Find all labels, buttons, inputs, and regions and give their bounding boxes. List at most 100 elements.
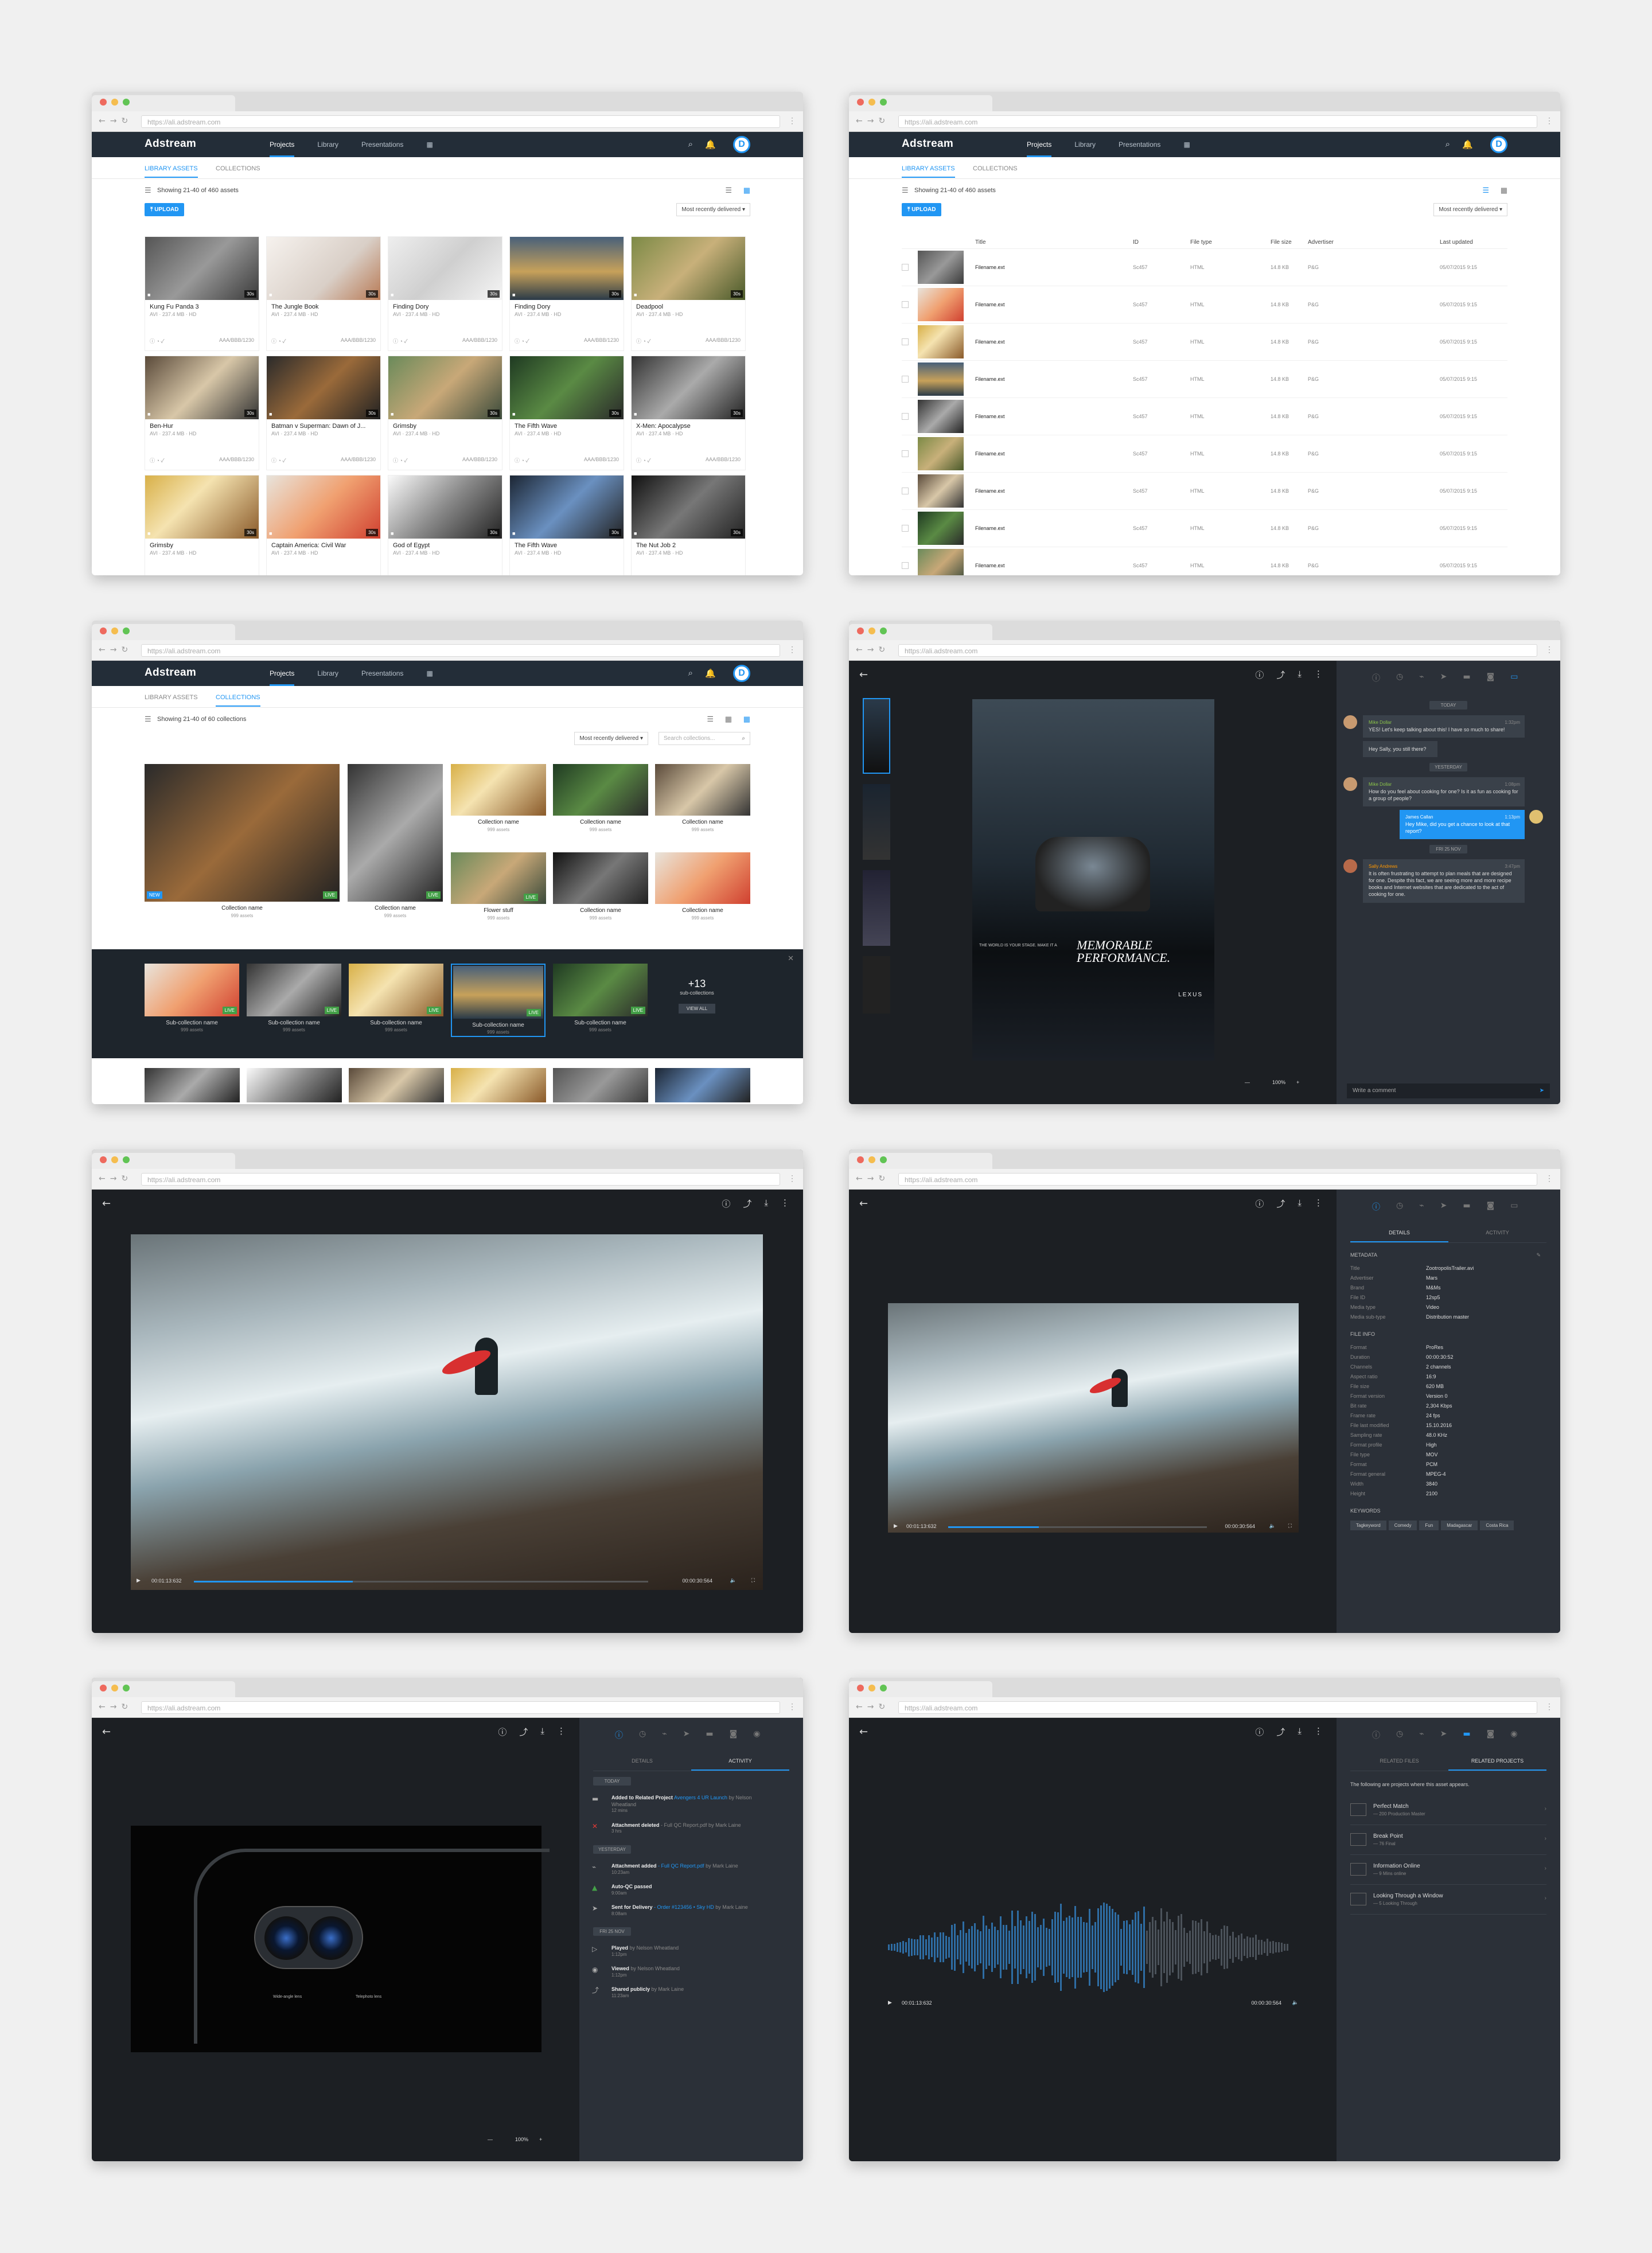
asset-thumbnail[interactable]: ■ 30s: [267, 475, 380, 539]
asset-title[interactable]: X-Men: Apocalypse: [632, 419, 745, 431]
avatar[interactable]: D: [1490, 136, 1507, 153]
zoom-in-icon[interactable]: +: [1296, 1079, 1299, 1085]
row-checkbox[interactable]: [902, 413, 909, 420]
browser-menu-icon[interactable]: ⋮: [788, 116, 796, 126]
sub-collection-name[interactable]: Sub-collection name: [247, 1020, 341, 1026]
sub-collection-card[interactable]: LIVE Sub-collection name 999 assets: [349, 964, 443, 1032]
asset-thumbnail[interactable]: ■ 30s: [510, 356, 624, 419]
more-icon[interactable]: ⋮: [1314, 1726, 1323, 1738]
list-view-icon[interactable]: ☰: [707, 715, 714, 724]
asset-thumbnail[interactable]: ■ 30s: [632, 356, 745, 419]
asset-title[interactable]: The Fifth Wave: [510, 539, 624, 550]
comment-input[interactable]: Write a comment ➤: [1347, 1083, 1550, 1098]
info-tab-icon[interactable]: ⓘ: [1372, 1201, 1380, 1213]
search-collections-input[interactable]: Search collections... ⌕: [659, 732, 750, 745]
row-filename[interactable]: Filename.ext: [975, 488, 1133, 494]
share-icon[interactable]: ⤴: [1276, 1726, 1285, 1738]
nav-projects[interactable]: Projects: [1027, 132, 1052, 157]
url-bar[interactable]: https://ali.adstream.com: [141, 115, 780, 128]
tab-related-projects[interactable]: RELATED PROJECTS: [1448, 1752, 1546, 1771]
row-filename[interactable]: Filename.ext: [975, 339, 1133, 345]
grid-view-icon[interactable]: ▦: [743, 186, 750, 195]
comments-tab-icon[interactable]: ▭: [1510, 672, 1518, 684]
play-icon[interactable]: ▶: [894, 1523, 898, 1529]
search-icon[interactable]: ⌕: [688, 139, 693, 149]
browser-menu-icon[interactable]: ⋮: [1545, 1174, 1553, 1183]
page-thumb-1[interactable]: [863, 698, 890, 774]
apps-grid-icon[interactable]: ▦: [1183, 132, 1190, 157]
keyword-chip[interactable]: Tagkeyword: [1350, 1521, 1386, 1530]
video-frame[interactable]: [888, 1303, 1299, 1533]
related-project-row[interactable]: Break Point — 76 Final ›: [1350, 1825, 1546, 1855]
collection-card[interactable]: Collection name 999 assets: [553, 852, 648, 938]
nav-presentations[interactable]: Presentations: [361, 132, 403, 157]
download-icon[interactable]: ⤓: [1298, 1726, 1302, 1738]
collection-card[interactable]: Collection name 999 assets: [451, 764, 546, 850]
row-filename[interactable]: Filename.ext: [975, 414, 1133, 419]
row-filename[interactable]: Filename.ext: [975, 302, 1133, 307]
asset-card[interactable]: ■ 30s Grimsby AVI · 237.4 MB · HD ⓘ ◔ ✓ AAA/B…: [388, 356, 502, 470]
avatar[interactable]: D: [733, 136, 750, 153]
asset-card[interactable]: ■ 30s Batman v Superman: Dawn of J... AVI ·…: [266, 356, 381, 470]
view-all-button[interactable]: VIEW ALL: [679, 1004, 715, 1014]
audio-waveform[interactable]: [888, 1890, 1299, 2005]
volume-icon[interactable]: 🔈: [1269, 1523, 1276, 1529]
browser-nav-icons[interactable]: ←→↻: [856, 116, 890, 126]
camera-tab-icon[interactable]: ◙: [1487, 1201, 1495, 1213]
collection-name[interactable]: Collection name: [553, 907, 648, 914]
table-row[interactable]: Filename.ext Sc457 HTML 14.8 KB P&G 05/07/201…: [902, 323, 1507, 361]
more-icon[interactable]: ⋮: [1314, 669, 1323, 681]
browser-nav-icons[interactable]: ←→↻: [99, 116, 133, 126]
back-arrow-icon[interactable]: ←: [102, 1198, 111, 1210]
asset-thumbnail[interactable]: ■ 30s: [145, 475, 259, 539]
filter-icon[interactable]: ☰: [145, 186, 151, 195]
row-checkbox[interactable]: [902, 562, 909, 569]
sub-collection-card[interactable]: LIVE Sub-collection name 999 assets: [451, 964, 546, 1037]
zoom-in-icon[interactable]: +: [539, 2137, 542, 2142]
history-tab-icon[interactable]: ◷: [1396, 1729, 1403, 1741]
nav-presentations[interactable]: Presentations: [361, 661, 403, 686]
more-icon[interactable]: ⋮: [557, 1726, 566, 1738]
edit-icon[interactable]: ✎: [1536, 1252, 1541, 1258]
sub-collection-name[interactable]: Sub-collection name: [349, 1020, 443, 1026]
send-tab-icon[interactable]: ➤: [1440, 1729, 1447, 1741]
asset-thumbnail[interactable]: ■ 30s: [267, 356, 380, 419]
download-icon[interactable]: ⤓: [540, 1726, 544, 1738]
avatar[interactable]: D: [733, 665, 750, 682]
download-icon[interactable]: ⤓: [1298, 1198, 1302, 1210]
browser-menu-icon[interactable]: ⋮: [1545, 116, 1553, 126]
list-view-icon[interactable]: ☰: [1482, 186, 1489, 195]
asset-card[interactable]: ■ 30s The Jungle Book AVI · 237.4 MB · HD ⓘ …: [266, 236, 381, 351]
asset-title[interactable]: Ben-Hur: [145, 419, 259, 431]
asset-title[interactable]: Kung Fu Panda 3: [145, 300, 259, 311]
tab-details[interactable]: DETAILS: [1350, 1224, 1448, 1242]
keyword-chip[interactable]: Fun: [1419, 1521, 1439, 1530]
tab-library-assets[interactable]: LIBRARY ASSETS: [145, 165, 198, 178]
col-file-size[interactable]: File size: [1271, 239, 1308, 245]
history-tab-icon[interactable]: ◷: [639, 1729, 646, 1741]
table-row[interactable]: Filename.ext Sc457 HTML 14.8 KB P&G 05/07/201…: [902, 361, 1507, 398]
browser-menu-icon[interactable]: ⋮: [1545, 645, 1553, 654]
check-tab-icon[interactable]: ◉: [753, 1729, 760, 1741]
url-bar[interactable]: https://ali.adstream.com: [898, 115, 1537, 128]
tab-collections[interactable]: COLLECTIONS: [216, 165, 260, 172]
asset-thumbnail[interactable]: ■ 30s: [632, 237, 745, 300]
window-controls[interactable]: [100, 627, 130, 634]
folder-tab-icon[interactable]: ▬: [706, 1729, 713, 1741]
collection-name[interactable]: Collection name: [553, 819, 648, 825]
col-title[interactable]: Title: [975, 239, 1133, 245]
close-dot[interactable]: [100, 99, 107, 106]
browser-menu-icon[interactable]: ⋮: [1545, 1702, 1553, 1712]
back-arrow-icon[interactable]: ←: [859, 1198, 868, 1210]
fullscreen-icon[interactable]: ⛶: [1288, 1523, 1292, 1529]
browser-nav-icons[interactable]: ←→↻: [856, 1702, 890, 1712]
url-bar[interactable]: https://ali.adstream.com: [898, 1173, 1537, 1186]
collection-name[interactable]: Collection name: [451, 819, 546, 825]
asset-thumbnail[interactable]: ■ 30s: [632, 475, 745, 539]
collection-card[interactable]: NEW LIVE Collection name 999 assets: [145, 764, 340, 925]
play-icon[interactable]: ▶: [888, 1999, 892, 2006]
related-project-row[interactable]: Information Online — 9 Mins online ›: [1350, 1855, 1546, 1885]
asset-thumbnail[interactable]: ■ 30s: [388, 356, 502, 419]
related-project-row[interactable]: Looking Through a Window — 5 Looking Thro…: [1350, 1885, 1546, 1915]
tab-collections[interactable]: COLLECTIONS: [973, 165, 1018, 172]
